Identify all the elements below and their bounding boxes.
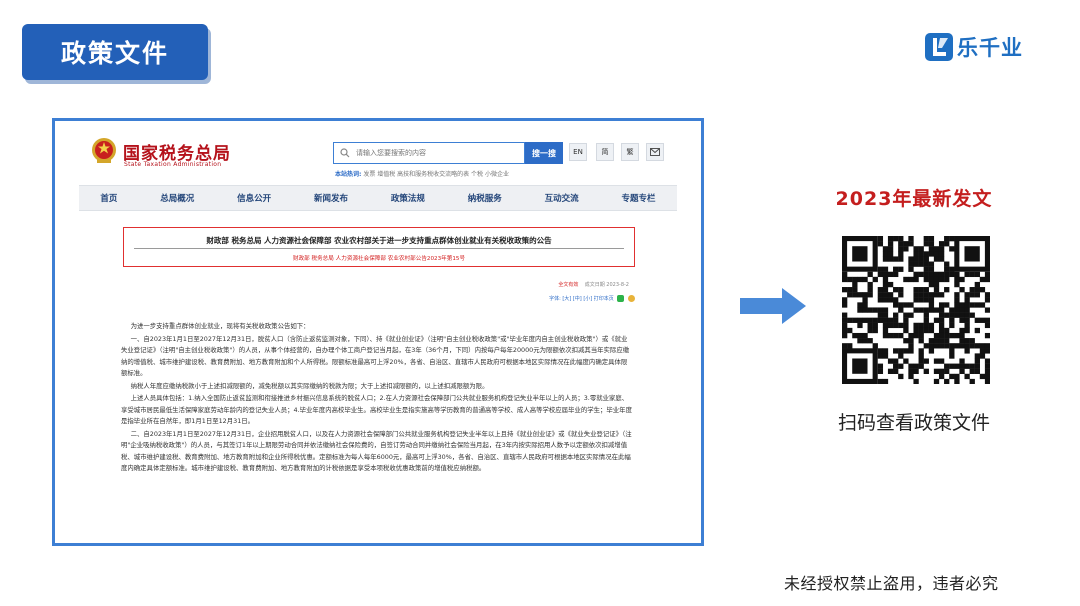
search-input[interactable] xyxy=(356,149,516,157)
document-meta: 全文有效 成文日期 2023-8-2 xyxy=(385,281,629,288)
notice-title: 财政部 税务总局 人力资源社会保障部 农业农村部关于进一步支持重点群体创业就业有… xyxy=(206,236,552,245)
qr-code[interactable] xyxy=(842,236,990,384)
font-size-tools[interactable]: 字体: [大] [中] [小] 打印本页 xyxy=(549,296,614,302)
weibo-share-icon[interactable] xyxy=(628,295,635,302)
right-arrow-icon xyxy=(740,288,806,324)
mail-button[interactable] xyxy=(646,143,664,161)
search-button[interactable]: 搜一搜 xyxy=(525,142,563,164)
page-title: 政策文件 xyxy=(22,24,208,80)
hot-words-label: 本站热词: xyxy=(335,171,362,178)
national-emblem-icon xyxy=(92,138,116,163)
notice-divider xyxy=(134,248,624,249)
nav-topics[interactable]: 专题专栏 xyxy=(622,192,656,204)
search-icon xyxy=(340,148,350,158)
hot-words-list[interactable]: 发票 增值税 高技和服务税收交流略的表 个税 小微企业 xyxy=(363,171,509,178)
notice-number: 财政部 税务总局 人力资源社会保障部 农业农村部公告2023年第15号 xyxy=(292,256,466,262)
article-body: 为进一步支持重点群体创业就业，现将有关税收政策公告如下： 一、自2023年1月1… xyxy=(121,321,633,476)
simplified-button[interactable]: 简 xyxy=(596,143,614,161)
nav-policy[interactable]: 政策法规 xyxy=(391,192,425,204)
site-nav: 首页 总局概况 信息公开 新闻发布 政策法规 纳税服务 互动交流 专题专栏 xyxy=(79,185,677,211)
nav-service[interactable]: 纳税服务 xyxy=(468,192,502,204)
brand-logo: 乐千业 xyxy=(924,30,1023,64)
article-paragraph: 一、自2023年1月1日至2027年12月31日，脱贫人口（含防止返贫监测对象，… xyxy=(121,334,630,378)
nav-disclosure[interactable]: 信息公开 xyxy=(237,192,271,204)
article-paragraph: 二、自2023年1月1日至2027年12月31日，企业招用脱贫人口，以及在人力资… xyxy=(121,429,632,473)
english-button[interactable]: EN xyxy=(569,143,587,161)
latest-label: 2023年最新发文 xyxy=(835,188,993,210)
wechat-share-icon[interactable] xyxy=(617,295,625,302)
nav-overview[interactable]: 总局概况 xyxy=(160,192,194,204)
nav-home[interactable]: 首页 xyxy=(100,192,117,204)
hot-words: 本站热词: 发票 增值税 高技和服务税收交流略的表 个税 小微企业 xyxy=(335,169,509,178)
brand-mark-icon xyxy=(925,33,953,61)
site-search-box[interactable] xyxy=(333,142,525,164)
nav-news[interactable]: 新闻发布 xyxy=(314,192,348,204)
page-tools: 字体: [大] [中] [小] 打印本页 xyxy=(485,295,635,302)
site-name-en: State Taxation Administration xyxy=(124,161,222,168)
nav-interaction[interactable]: 互动交流 xyxy=(545,192,579,204)
article-paragraph: 为进一步支持重点群体创业就业，现将有关税收政策公告如下： xyxy=(130,322,310,330)
traditional-button[interactable]: 繁 xyxy=(621,143,639,161)
brand-name: 乐千业 xyxy=(957,36,1023,60)
validity-status: 全文有效 xyxy=(558,282,579,288)
article-paragraph: 上述人员具体包括：1.纳入全国防止返贫监测和衔接推进乡村振兴信息系统的脱贫人口；… xyxy=(121,394,632,425)
scan-tip: 扫码查看政策文件 xyxy=(837,412,990,434)
policy-screenshot: 国家税务总局 State Taxation Administration 搜一搜… xyxy=(52,118,704,546)
site-header: 国家税务总局 State Taxation Administration 搜一搜… xyxy=(55,121,701,185)
notice-highlight: 财政部 税务总局 人力资源社会保障部 农业农村部关于进一步支持重点群体创业就业有… xyxy=(123,227,635,267)
document-date: 成文日期 2023-8-2 xyxy=(584,282,629,288)
article-paragraph: 纳税人年度应缴纳税款小于上述扣减限额的，减免税额以其实际缴纳的税款为限；大于上述… xyxy=(130,381,489,390)
mail-icon xyxy=(650,148,660,156)
copyright-notice: 未经授权禁止盗用，违者必究 xyxy=(784,574,999,593)
